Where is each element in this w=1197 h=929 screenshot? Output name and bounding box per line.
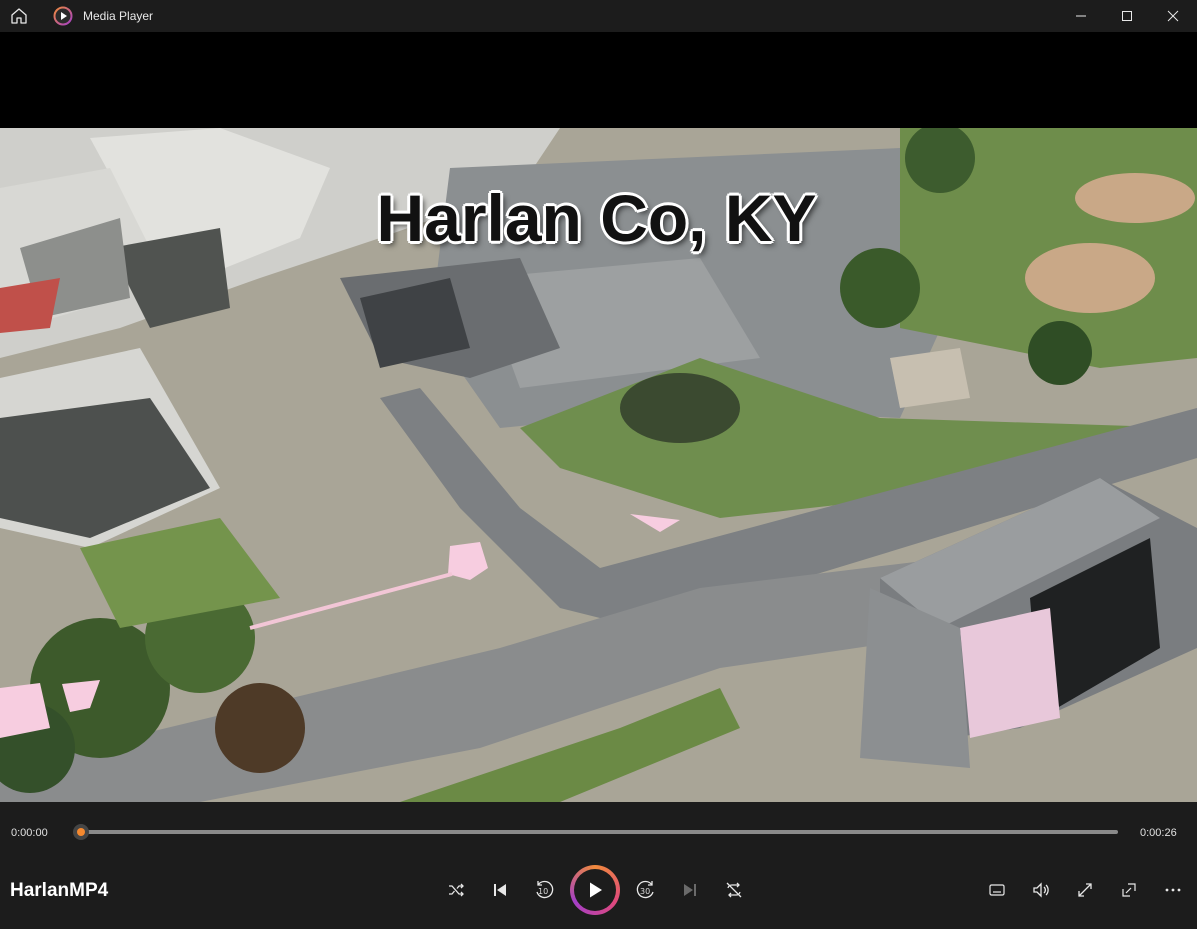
play-icon <box>574 869 616 911</box>
play-button[interactable] <box>570 865 620 915</box>
home-icon[interactable] <box>8 5 30 27</box>
media-title: HarlanMP4 <box>10 880 109 901</box>
minimize-icon[interactable] <box>1058 0 1104 32</box>
miniplayer-icon[interactable] <box>1111 872 1147 908</box>
volume-icon[interactable] <box>1023 872 1059 908</box>
shuffle-icon[interactable] <box>438 872 474 908</box>
video-viewport[interactable]: Harlan Co, KY <box>0 32 1197 802</box>
maximize-icon[interactable] <box>1104 0 1150 32</box>
captions-icon[interactable] <box>979 872 1015 908</box>
repeat-icon[interactable] <box>716 872 752 908</box>
window-title: Media Player <box>83 9 154 23</box>
title-bar: Media Player <box>0 0 1197 32</box>
transport-controls: 0:00:00 0:00:26 HarlanMP4 10 30 <box>0 802 1197 929</box>
duration-time: 0:00:26 <box>1140 827 1177 839</box>
current-time: 0:00:00 <box>11 827 48 839</box>
video-overlay-title: Harlan Co, KY <box>376 181 817 255</box>
skip-forward-label: 30 <box>640 887 651 896</box>
fullscreen-icon[interactable] <box>1067 872 1103 908</box>
more-icon[interactable] <box>1155 872 1191 908</box>
next-icon[interactable] <box>672 872 708 908</box>
close-icon[interactable] <box>1150 0 1196 32</box>
app-icon <box>53 6 73 26</box>
seek-bar[interactable] <box>81 830 1118 834</box>
skip-forward-icon[interactable]: 30 <box>628 872 664 908</box>
previous-icon[interactable] <box>482 872 518 908</box>
seek-thumb[interactable] <box>73 824 89 840</box>
skip-back-label: 10 <box>538 887 549 896</box>
skip-back-icon[interactable]: 10 <box>526 872 562 908</box>
